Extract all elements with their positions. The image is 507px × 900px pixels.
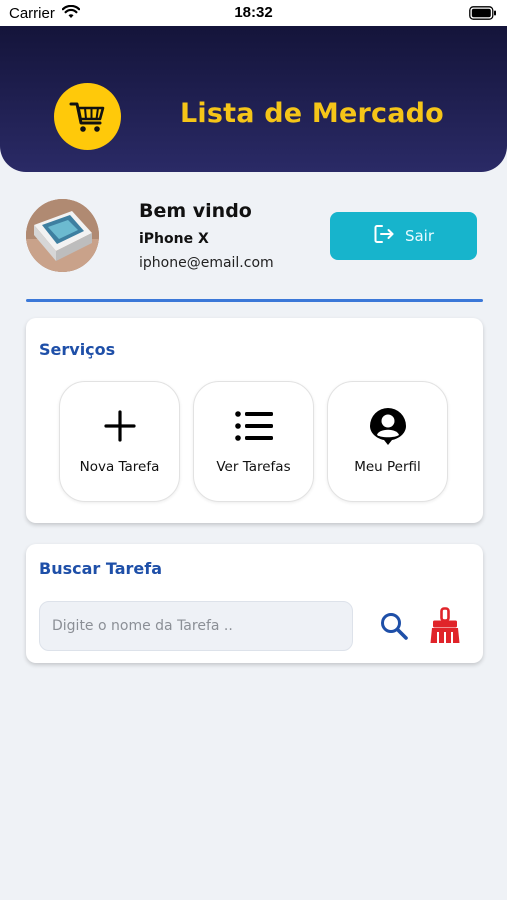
view-tasks-label: Ver Tarefas — [216, 459, 291, 475]
status-bar: Carrier 18:32 — [0, 0, 507, 26]
logout-label: Sair — [404, 227, 435, 245]
logout-icon — [373, 223, 395, 249]
view-tasks-button[interactable]: Ver Tarefas — [193, 381, 314, 502]
logout-button[interactable]: Sair — [330, 212, 477, 260]
user-email: iphone@email.com — [139, 255, 274, 271]
my-profile-button[interactable]: Meu Perfil — [327, 381, 448, 502]
search-input[interactable] — [39, 601, 353, 651]
search-icon[interactable] — [379, 611, 409, 641]
welcome-text: Bem vindo — [139, 200, 252, 222]
my-profile-label: Meu Perfil — [354, 459, 421, 475]
profile-section: Bem vindo iPhone X iphone@email.com Sair — [0, 196, 507, 286]
plus-icon — [60, 410, 179, 442]
shopping-cart-icon — [54, 83, 121, 150]
app-header: Lista de Mercado — [0, 26, 507, 172]
section-divider — [26, 299, 483, 302]
battery-icon — [469, 6, 497, 24]
services-card: Serviços Nova Tarefa Ver Tarefas Meu Per… — [26, 318, 483, 523]
new-task-label: Nova Tarefa — [79, 459, 160, 475]
app-title: Lista de Mercado — [180, 98, 444, 129]
status-time: 18:32 — [234, 4, 273, 21]
search-title: Buscar Tarefa — [39, 559, 162, 578]
services-title: Serviços — [39, 340, 116, 359]
list-icon — [194, 410, 313, 442]
broom-icon[interactable] — [428, 607, 462, 645]
avatar — [26, 199, 99, 272]
user-name: iPhone X — [139, 231, 209, 247]
new-task-button[interactable]: Nova Tarefa — [59, 381, 180, 502]
profile-pin-icon — [328, 406, 447, 446]
search-card: Buscar Tarefa — [26, 544, 483, 663]
